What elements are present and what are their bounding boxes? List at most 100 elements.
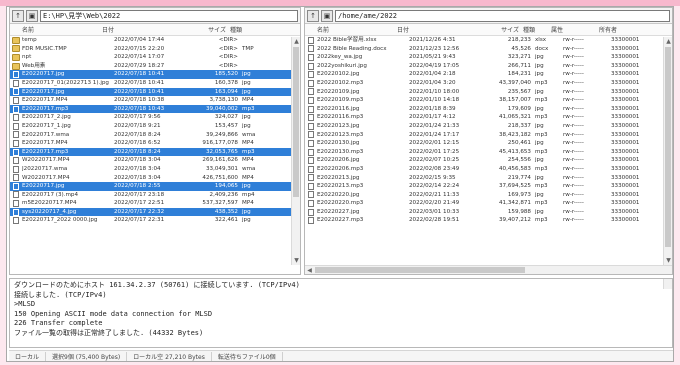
file-row[interactable]: E20220717.MP4 2022/07/18 6:52 916,177,078 M… — [10, 139, 300, 148]
file-row[interactable]: E20220717.MP4 2022/07/18 10:38 3,738,130 MP… — [10, 96, 300, 105]
file-row[interactable]: E20220116.jpg 2022/01/18 8:39 179,609 jpg rw… — [305, 105, 672, 114]
file-row[interactable]: E20220717.mp3 2022/07/18 10:43 39,040,002 m… — [10, 104, 300, 114]
file-row[interactable]: E20220102.mp3 2022/01/04 3:20 43,397,040 mp… — [305, 79, 672, 88]
file-icon — [308, 79, 314, 87]
file-name: 2022 Bible Reading.docx — [317, 45, 387, 52]
scroll-up-icon[interactable]: ▲ — [664, 37, 672, 46]
col-date[interactable]: 日付 — [102, 25, 168, 34]
file-row[interactable]: E20220102.jpg 2022/01/04 2:18 184,231 jpg rw… — [305, 70, 672, 79]
remote-path-input[interactable]: /home/ame/2022 — [335, 9, 670, 22]
file-type: mp3 — [535, 165, 548, 172]
local-path-input[interactable]: E:\HP\見学\Web\2022 — [40, 9, 298, 22]
folder-icon[interactable]: ▣ — [26, 9, 38, 22]
file-row[interactable]: E20220123.jpg 2022/01/24 21:33 218,337 jpg r… — [305, 122, 672, 131]
file-date: 2022/01/04 2:18 — [409, 71, 456, 78]
file-row[interactable]: E20220717.wma 2022/07/18 8:24 39,249,866 wm… — [10, 131, 300, 140]
file-owner: 33300001 — [611, 174, 640, 181]
file-row[interactable]: E20220227.jpg 2022/03/01 10:33 159,988 jpg r… — [305, 208, 672, 217]
file-name: 2022key_wa.jpg — [317, 54, 363, 61]
folder-icon — [12, 36, 20, 44]
file-row[interactable]: FDR MUSIC.TMP 2022/07/15 22:20 <DIR> TMP — [10, 45, 300, 54]
file-row[interactable]: 2022yoshikuri.jpg 2022/04/19 17:05 266,711… — [305, 62, 672, 71]
col-name[interactable]: 名前 — [305, 25, 397, 34]
file-row[interactable]: E20220717.jpg 2022/07/18 10:41 163,094 jpg — [10, 87, 300, 97]
local-vertical-scrollbar[interactable]: ▲ ▼ — [291, 37, 300, 265]
file-row[interactable]: E20220220.mp3 2022/02/20 21:49 41,342,871 m… — [305, 199, 672, 208]
file-size: 254,556 — [507, 157, 531, 164]
file-type: jpg — [242, 122, 251, 129]
col-name[interactable]: 名前 — [10, 25, 102, 34]
file-name: E20220102.mp3 — [317, 79, 364, 86]
file-row[interactable]: J20220717.wma 2022/07/18 3:04 33,049,301 wm… — [10, 165, 300, 174]
file-row[interactable]: E20220227.mp3 2022/02/28 19:51 39,407,212 m… — [305, 216, 672, 225]
file-row[interactable]: Web用素 2022/07/29 18:27 <DIR> — [10, 62, 300, 71]
up-folder-button[interactable]: ↑ — [307, 9, 319, 22]
col-owner[interactable]: 所有者 — [595, 25, 645, 34]
file-row[interactable]: E20220213.mp3 2022/02/14 22:24 37,694,525 m… — [305, 182, 672, 191]
file-row[interactable]: E20220123.mp3 2022/01/24 17:17 38,423,182 m… — [305, 131, 672, 140]
file-row[interactable]: E20220717_2.jpg 2022/07/17 9:56 324,027 jpg — [10, 113, 300, 122]
remote-horizontal-scrollbar[interactable]: ◀ — [305, 265, 672, 274]
file-type: jpg — [535, 191, 544, 198]
scroll-down-icon[interactable]: ▼ — [664, 256, 672, 265]
file-name: sys20220717_4.jpg — [22, 208, 77, 215]
file-date: 2022/02/28 19:51 — [409, 217, 460, 224]
col-type[interactable]: 種類 — [226, 25, 266, 34]
folder-icon[interactable]: ▣ — [321, 9, 333, 22]
scroll-thumb[interactable] — [665, 47, 671, 247]
file-name: J20220717.wma — [22, 165, 68, 172]
file-date: 2022/07/18 10:41 — [114, 88, 165, 95]
scroll-down-icon[interactable]: ▼ — [292, 256, 300, 265]
file-row[interactable]: E20220220.jpg 2022/02/21 11:33 169,973 jpg r… — [305, 191, 672, 200]
log-scrollbar[interactable] — [663, 279, 672, 289]
file-row[interactable]: E20220717_01(2022713 1).jpg 2022/07/18 10… — [10, 79, 300, 88]
file-size: 250,461 — [507, 140, 531, 147]
file-row[interactable]: E20220717.jpg 2022/07/18 2:55 194,065 jpg — [10, 182, 300, 191]
col-type[interactable]: 種類 — [519, 25, 547, 34]
up-folder-button[interactable]: ↑ — [12, 9, 24, 22]
file-row[interactable]: E20220130.jpg 2022/02/01 12:15 250,461 jpg r… — [305, 139, 672, 148]
file-row[interactable]: E20220109.mp3 2022/01/10 14:18 38,157,007 m… — [305, 96, 672, 105]
file-row[interactable]: E20220213.jpg 2022/02/15 9:35 219,774 jpg rw… — [305, 174, 672, 183]
file-size: 38,157,007 — [498, 97, 531, 104]
file-row[interactable]: E20220109.jpg 2022/01/10 18:00 235,567 jpg r… — [305, 88, 672, 97]
col-date[interactable]: 日付 — [397, 25, 467, 34]
file-date: 2022/01/04 3:20 — [409, 79, 456, 86]
remote-vertical-scrollbar[interactable]: ▲ ▼ — [663, 37, 672, 265]
file-row[interactable]: E20220717_1.jpg 2022/07/18 9:21 153,457 jpg — [10, 122, 300, 131]
scroll-thumb[interactable] — [293, 47, 299, 197]
file-name: E20220102.jpg — [317, 71, 360, 78]
file-row[interactable]: 2022key_wa.jpg 2021/05/21 9:43 323,271 jpg r… — [305, 53, 672, 62]
file-row[interactable]: 2022 Bible Reading.docx 2021/12/23 12:56 4… — [305, 45, 672, 54]
file-row[interactable]: 2022 Bible学習用.xlsx 2021/12/26 4:31 218,233… — [305, 36, 672, 45]
file-row[interactable]: m5E20220717.MP4 2022/07/17 22:51 537,327,5… — [10, 199, 300, 208]
file-owner: 33300001 — [611, 97, 640, 104]
file-row[interactable]: E20220206.mp3 2022/02/08 23:49 40,456,583 m… — [305, 165, 672, 174]
file-row[interactable]: E20220130.mp3 2022/02/01 17:25 45,413,653 m… — [305, 148, 672, 157]
file-icon — [13, 139, 19, 147]
col-size[interactable]: サイズ — [467, 25, 519, 34]
file-icon — [308, 148, 314, 156]
file-row[interactable]: E20220717_2022 0000.jpg 2022/07/17 22:31 3… — [10, 216, 300, 225]
file-row[interactable]: E20220717.jpg 2022/07/18 10:41 185,520 jpg — [10, 70, 300, 79]
file-row[interactable]: E20220206.jpg 2022/02/07 10:25 254,556 jpg r… — [305, 156, 672, 165]
file-row[interactable]: W20220717.MP4 2022/07/18 3:04 426,751,600 M… — [10, 174, 300, 183]
scroll-thumb[interactable] — [315, 267, 525, 273]
file-owner: 33300001 — [611, 88, 640, 95]
file-row[interactable]: sys20220717_4.jpg 2022/07/17 22:32 438,352… — [10, 207, 300, 217]
file-type: jpg — [535, 88, 544, 95]
file-name: E20220717.jpg — [22, 88, 65, 95]
file-row[interactable]: npt 2022/07/14 17:07 <DIR> — [10, 53, 300, 62]
scroll-up-icon[interactable]: ▲ — [292, 37, 300, 46]
scroll-left-icon[interactable]: ◀ — [305, 266, 314, 274]
file-row[interactable]: E20220116.mp3 2022/01/17 4:12 41,065,321 mp… — [305, 113, 672, 122]
file-row[interactable]: W20220717.MP4 2022/07/18 3:04 269,161,626 M… — [10, 156, 300, 165]
file-row[interactable]: E20220717.mp3 2022/07/18 8:24 32,053,765 mp… — [10, 147, 300, 157]
file-row[interactable]: E20220717 (3).mp4 2022/07/17 23:18 2,409,2… — [10, 191, 300, 200]
col-permission[interactable]: 属性 — [547, 25, 595, 34]
col-size[interactable]: サイズ — [168, 25, 226, 34]
file-type: jpg — [242, 183, 251, 190]
file-type: jpg — [535, 105, 544, 112]
file-row[interactable]: temp 2022/07/04 17:44 <DIR> — [10, 36, 300, 45]
file-name: 2022 Bible学習用.xlsx — [317, 37, 377, 43]
